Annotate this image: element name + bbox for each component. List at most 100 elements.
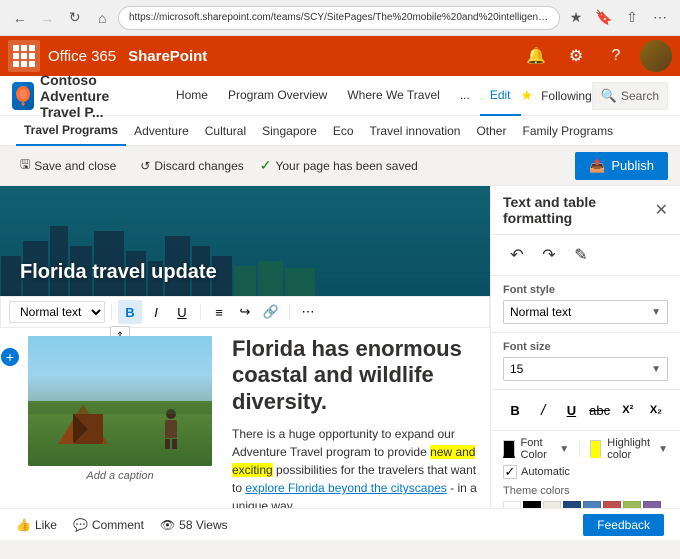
subnav-travel[interactable]: Where We Travel	[337, 76, 449, 116]
content-section: + ⇕	[0, 328, 490, 508]
text-style-dropdown[interactable]: Normal text	[9, 301, 105, 323]
comment-label: Comment	[92, 518, 144, 532]
waffle-button[interactable]	[8, 40, 40, 72]
browser-icons: ★ 🔖 ⇧ ⋯	[564, 6, 672, 30]
theme-color-1[interactable]	[523, 501, 541, 508]
add-section-button[interactable]: +	[1, 348, 19, 366]
following-label: Following	[541, 89, 592, 103]
subnav-home[interactable]: Home	[166, 76, 218, 116]
image-column: ⇕	[20, 328, 220, 508]
content-image[interactable]	[28, 336, 212, 466]
underline-button[interactable]: U	[559, 396, 583, 424]
article-body[interactable]: There is a huge opportunity to expand ou…	[232, 425, 478, 508]
settings-icon-button[interactable]: ⚙	[560, 40, 592, 72]
subnav-cultural[interactable]: Cultural	[197, 116, 254, 146]
image-caption[interactable]: Add a caption	[28, 466, 212, 486]
superscript-button[interactable]: X²	[616, 396, 640, 424]
toolbar-sep-3	[289, 304, 290, 320]
forward-button[interactable]: →	[36, 6, 60, 30]
italic-tool-btn[interactable]: I	[144, 300, 168, 324]
undo-button[interactable]: ↶	[503, 241, 531, 269]
more-tool-btn[interactable]: ⋯	[296, 300, 320, 324]
refresh-button[interactable]: ↻	[63, 6, 87, 30]
theme-color-4[interactable]	[583, 501, 601, 508]
font-style-arrow: ▼	[651, 307, 661, 318]
home-button[interactable]: ⌂	[91, 6, 115, 30]
following-button[interactable]: Following	[541, 89, 592, 103]
italic-button[interactable]: /	[531, 396, 555, 424]
address-text: https://microsoft.sharepoint.com/teams/S…	[129, 12, 549, 23]
notifications-button[interactable]: 🔔	[520, 40, 552, 72]
link-text[interactable]: explore Florida beyond the cityscapes	[245, 481, 446, 495]
highlight-color-arrow[interactable]: ▼	[658, 444, 668, 455]
star-button[interactable]: ★	[564, 6, 588, 30]
theme-color-6[interactable]	[623, 501, 641, 508]
bold-tool-btn[interactable]: B	[118, 300, 142, 324]
save-close-button[interactable]: 🖫 Save and close	[12, 151, 124, 180]
theme-color-2[interactable]	[543, 501, 561, 508]
format-painter-button[interactable]: ✎	[567, 241, 595, 269]
discard-icon: ↺	[140, 159, 150, 173]
highlight-color-swatch[interactable]	[590, 440, 602, 458]
views-count: 👁 58 Views	[160, 518, 228, 532]
strikethrough-button[interactable]: abc	[588, 396, 612, 424]
share-button[interactable]: ⇧	[620, 6, 644, 30]
edit-toolbar: 🖫 Save and close ↺ Discard changes ✓ You…	[0, 146, 680, 186]
search-placeholder: Search	[621, 89, 659, 103]
check-icon: ✓	[260, 157, 272, 174]
close-panel-button[interactable]: ✕	[655, 200, 668, 220]
browser-bar: ← → ↻ ⌂ https://microsoft.sharepoint.com…	[0, 0, 680, 36]
publish-button[interactable]: 📤 Publish	[575, 152, 668, 180]
subnav-travel-innovation[interactable]: Travel innovation	[362, 116, 469, 146]
tent-scene	[28, 336, 212, 466]
theme-color-0[interactable]	[503, 501, 521, 508]
font-style-section: Font style Normal text ▼	[491, 276, 680, 333]
subnav-eco[interactable]: Eco	[325, 116, 362, 146]
subscript-button[interactable]: X₂	[644, 396, 668, 424]
theme-color-grid	[503, 501, 668, 508]
theme-color-5[interactable]	[603, 501, 621, 508]
article-heading[interactable]: Florida has enormous coastal and wildlif…	[232, 336, 478, 415]
font-color-label: Font Color	[521, 437, 552, 461]
feedback-button[interactable]: Feedback	[583, 514, 664, 536]
theme-color-3[interactable]	[563, 501, 581, 508]
subnav-adventure[interactable]: Adventure	[126, 116, 197, 146]
subnav-program[interactable]: Program Overview	[218, 76, 337, 116]
automatic-checkbox[interactable]: ✓	[503, 465, 517, 479]
font-size-select[interactable]: 15 ▼	[503, 357, 668, 381]
subnav-singapore[interactable]: Singapore	[254, 116, 325, 146]
underline-tool-btn[interactable]: U	[170, 300, 194, 324]
bold-button[interactable]: B	[503, 396, 527, 424]
subnav-edit[interactable]: Edit	[480, 76, 521, 116]
subnav-more[interactable]: ...	[450, 76, 480, 116]
subnav-other[interactable]: Other	[468, 116, 514, 146]
like-button[interactable]: 👍 Like	[16, 518, 57, 532]
align-tool-btn[interactable]: ≡	[207, 300, 231, 324]
side-panel-title: Text and table formatting	[503, 194, 655, 226]
address-bar[interactable]: https://microsoft.sharepoint.com/teams/S…	[118, 6, 560, 30]
user-avatar[interactable]	[640, 40, 672, 72]
font-style-select[interactable]: Normal text ▼	[503, 300, 668, 324]
back-button[interactable]: ←	[8, 6, 32, 30]
font-size-section: Font size 15 ▼	[491, 333, 680, 390]
indent-tool-btn[interactable]: ↪	[233, 300, 257, 324]
help-button[interactable]: ?	[600, 40, 632, 72]
font-color-swatch[interactable]	[503, 440, 515, 458]
search-box[interactable]: 🔍 Search	[592, 82, 668, 110]
balloon-icon	[12, 85, 34, 107]
theme-color-7[interactable]	[643, 501, 661, 508]
site-logo-icon	[12, 82, 34, 110]
o365-header: Office 365 SharePoint 🔔 ⚙ ?	[0, 36, 680, 76]
font-color-row: Font Color ▼ Highlight color ▼	[503, 437, 668, 461]
subnav-family[interactable]: Family Programs	[514, 116, 621, 146]
font-color-arrow[interactable]: ▼	[559, 444, 569, 455]
redo-button[interactable]: ↷	[535, 241, 563, 269]
image-container: ⇕	[28, 336, 212, 486]
bottom-bar: 👍 Like 💬 Comment 👁 58 Views Feedback	[0, 508, 680, 540]
discard-button[interactable]: ↺ Discard changes	[132, 155, 251, 177]
comment-button[interactable]: 💬 Comment	[73, 518, 144, 532]
settings-button[interactable]: ⋯	[648, 6, 672, 30]
collection-button[interactable]: 🔖	[592, 6, 616, 30]
link-tool-btn[interactable]: 🔗	[259, 300, 283, 324]
subnav-travel-programs[interactable]: Travel Programs	[16, 116, 126, 146]
